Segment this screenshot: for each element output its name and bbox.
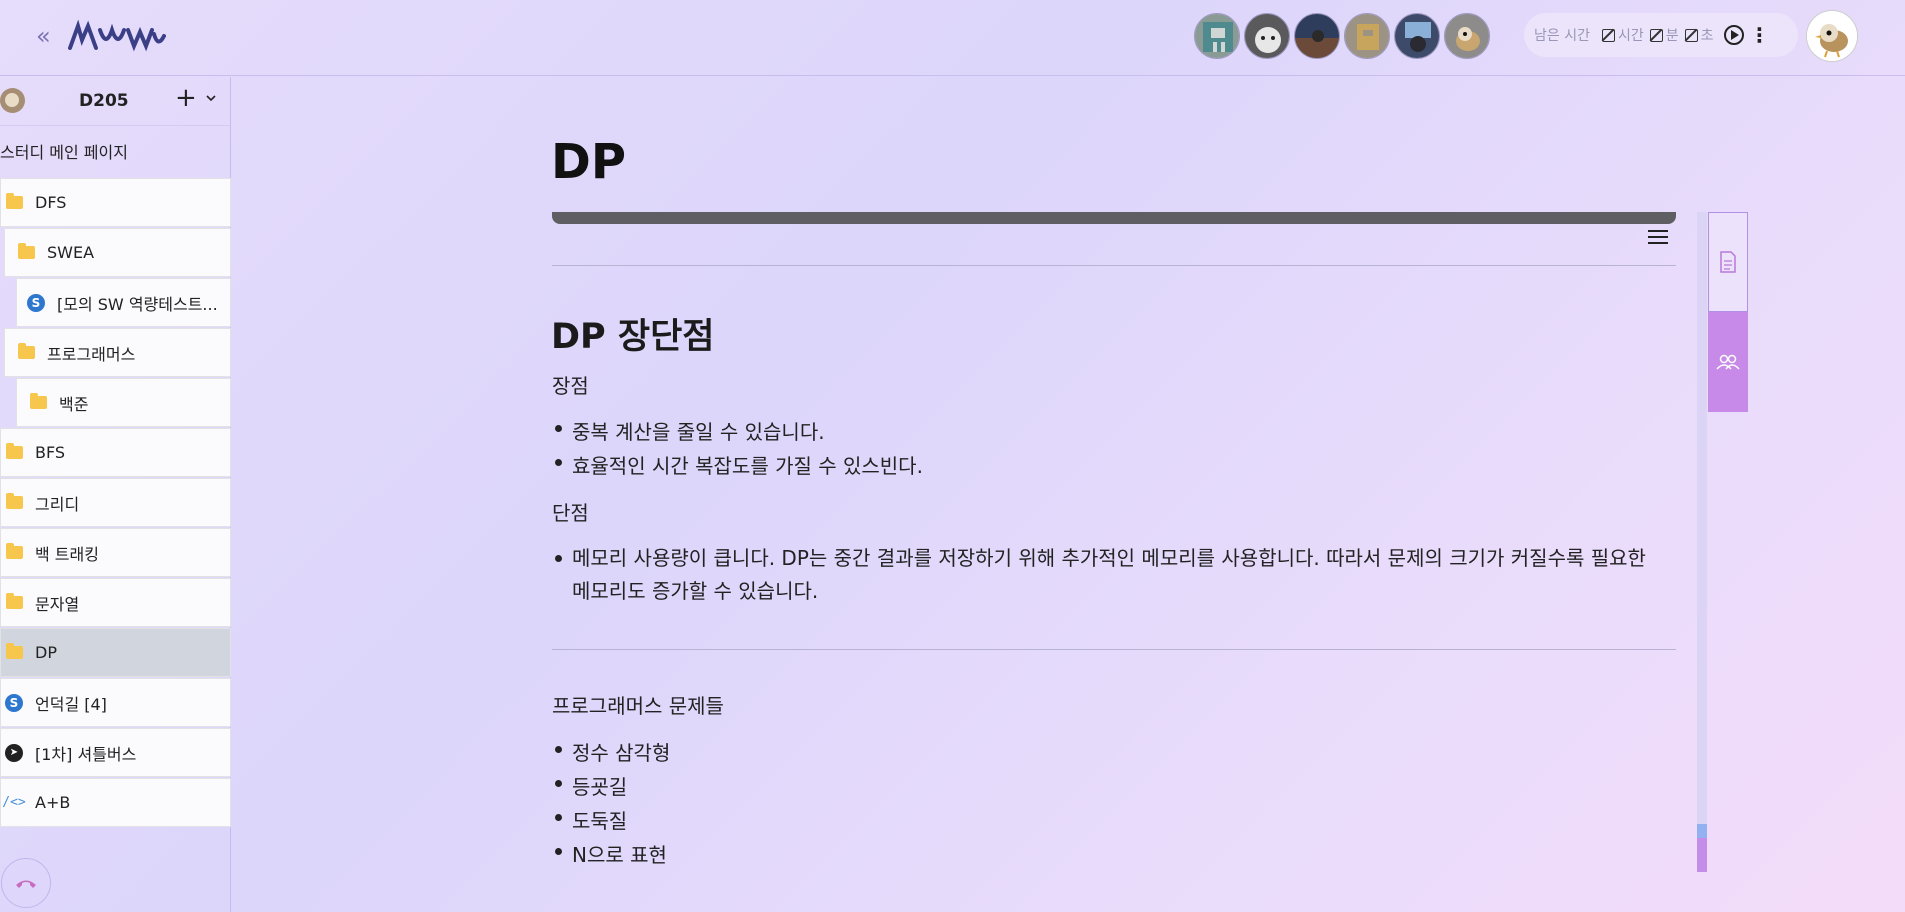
list-item: N으로 표현 bbox=[555, 839, 667, 868]
scrollbar[interactable] bbox=[1697, 212, 1707, 872]
sidebar-item-greedy[interactable]: 그리디 bbox=[0, 478, 231, 527]
sidebar-item-label: 프로그래머스 bbox=[47, 344, 136, 364]
sidebar-item-shuttle-bus[interactable]: ➤ [1차] 셔틀버스 bbox=[0, 728, 231, 777]
workspace-header: D205 + bbox=[0, 77, 230, 125]
participant-avatar[interactable] bbox=[1444, 13, 1490, 59]
study-main-page-link[interactable]: 스터디 메인 페이지 bbox=[0, 125, 230, 175]
swea-logo-icon: S bbox=[27, 293, 45, 312]
sidebar-item-label: 문자열 bbox=[35, 594, 80, 614]
sidebar-item-dp[interactable]: DP bbox=[0, 628, 231, 677]
sidebar-item-baekjoon[interactable]: 백준 bbox=[16, 378, 231, 427]
collapse-sidebar-button[interactable]: « bbox=[36, 22, 51, 50]
sidebar-item-swea[interactable]: SWEA bbox=[4, 228, 231, 277]
participant-avatar[interactable] bbox=[1294, 13, 1340, 59]
sidebar-item-label: BFS bbox=[35, 443, 66, 462]
sidebar-item-dfs[interactable]: DFS bbox=[0, 178, 231, 227]
folder-icon bbox=[17, 343, 35, 359]
chevron-down-icon[interactable] bbox=[206, 91, 216, 105]
sidebar-item-label: 백 트래킹 bbox=[35, 544, 99, 564]
menu-icon[interactable] bbox=[1648, 230, 1668, 246]
workspace-avatar[interactable] bbox=[0, 88, 25, 113]
section-heading: DP 장단점 bbox=[551, 317, 715, 357]
second-field[interactable]: 초 bbox=[1684, 25, 1714, 45]
play-icon[interactable] bbox=[1723, 25, 1744, 45]
folder-icon bbox=[29, 393, 47, 409]
pros-label: 장점 bbox=[552, 374, 589, 398]
folder-icon bbox=[5, 493, 23, 509]
top-header: « 남은 시간 시간 분 초 ⋮ bbox=[0, 0, 1905, 76]
folder-icon bbox=[5, 443, 23, 459]
folder-icon bbox=[5, 593, 23, 609]
editor-toolbar bbox=[552, 212, 1676, 224]
problems-label: 프로그래머스 문제들 bbox=[552, 694, 724, 718]
code-icon: /<> bbox=[2, 795, 26, 810]
sidebar-item-label: 언덕길 [4] bbox=[35, 694, 107, 714]
folder-icon bbox=[5, 643, 23, 659]
list-item: 메모리 사용량이 큽니다. DP는 중간 결과를 저장하기 위해 추가적인 메모… bbox=[555, 542, 1652, 608]
users-icon bbox=[1716, 354, 1740, 370]
cons-label: 단점 bbox=[552, 501, 589, 525]
add-page-button[interactable]: + bbox=[175, 83, 197, 113]
sidebar-item-label: DFS bbox=[35, 193, 67, 212]
participant-avatars bbox=[1194, 13, 1490, 59]
user-avatar[interactable] bbox=[1806, 10, 1858, 62]
end-call-button[interactable] bbox=[1, 858, 51, 908]
sidebar-item-string[interactable]: 문자열 bbox=[0, 578, 231, 627]
more-options-icon[interactable]: ⋮ bbox=[1750, 25, 1770, 45]
document-icon bbox=[1720, 251, 1736, 273]
participant-avatar[interactable] bbox=[1344, 13, 1390, 59]
sidebar-item-backtracking[interactable]: 백 트래킹 bbox=[0, 528, 231, 577]
sidebar-item-label: DP bbox=[35, 643, 57, 662]
document-tab[interactable] bbox=[1708, 212, 1748, 312]
sidebar-item-a-plus-b[interactable]: /<> A+B bbox=[0, 778, 231, 827]
list-item: 도둑질 bbox=[554, 805, 627, 834]
folder-icon bbox=[17, 243, 35, 259]
sidebar-item-label: 그리디 bbox=[35, 494, 80, 514]
divider bbox=[552, 649, 1676, 650]
sidebar-item-programmers[interactable]: 프로그래머스 bbox=[4, 328, 231, 377]
sidebar-item-bfs[interactable]: BFS bbox=[0, 428, 231, 477]
sidebar-item-hill-road[interactable]: S 언덕길 [4] bbox=[0, 678, 231, 727]
list-item: 효율적인 시간 복잡도를 가질 수 있스빈다. bbox=[555, 450, 923, 479]
divider bbox=[552, 265, 1676, 266]
list-item: 정수 삼각형 bbox=[554, 737, 670, 766]
timer-label: 남은 시간 bbox=[1534, 28, 1590, 44]
minute-field[interactable]: 분 bbox=[1649, 25, 1679, 45]
sidebar-item-label: 백준 bbox=[59, 394, 89, 414]
sidebar-item-swea-problem[interactable]: S [모의 SW 역량테스트... bbox=[16, 278, 231, 327]
workspace-name[interactable]: D205 bbox=[79, 91, 129, 111]
participant-avatar[interactable] bbox=[1394, 13, 1440, 59]
folder-icon bbox=[5, 193, 23, 209]
edit-icon bbox=[1684, 28, 1698, 42]
app-logo[interactable] bbox=[66, 14, 166, 54]
scroll-marker bbox=[1697, 838, 1707, 872]
participants-tab[interactable] bbox=[1708, 312, 1748, 412]
timer-panel: 남은 시간 시간 분 초 ⋮ bbox=[1524, 13, 1798, 57]
participant-avatar[interactable] bbox=[1244, 13, 1290, 59]
phone-hangup-icon bbox=[16, 880, 36, 888]
list-item: 등굣길 bbox=[554, 771, 627, 800]
folder-icon bbox=[5, 543, 23, 559]
swea-logo-icon: S bbox=[5, 693, 23, 712]
programmers-logo-icon: ➤ bbox=[5, 743, 23, 762]
sidebar-item-label: SWEA bbox=[47, 243, 95, 262]
page-title[interactable]: DP bbox=[551, 134, 626, 190]
sidebar-item-label: A+B bbox=[35, 793, 71, 812]
edit-icon bbox=[1601, 28, 1615, 42]
edit-icon bbox=[1649, 28, 1663, 42]
sidebar-item-label: [1차] 셔틀버스 bbox=[35, 744, 137, 764]
hour-field[interactable]: 시간 bbox=[1601, 25, 1644, 45]
participant-avatar[interactable] bbox=[1194, 13, 1240, 59]
scroll-marker bbox=[1697, 824, 1707, 838]
list-item: 중복 계산을 줄일 수 있습니다. bbox=[555, 416, 825, 445]
sidebar-item-label: [모의 SW 역량테스트... bbox=[57, 294, 218, 314]
